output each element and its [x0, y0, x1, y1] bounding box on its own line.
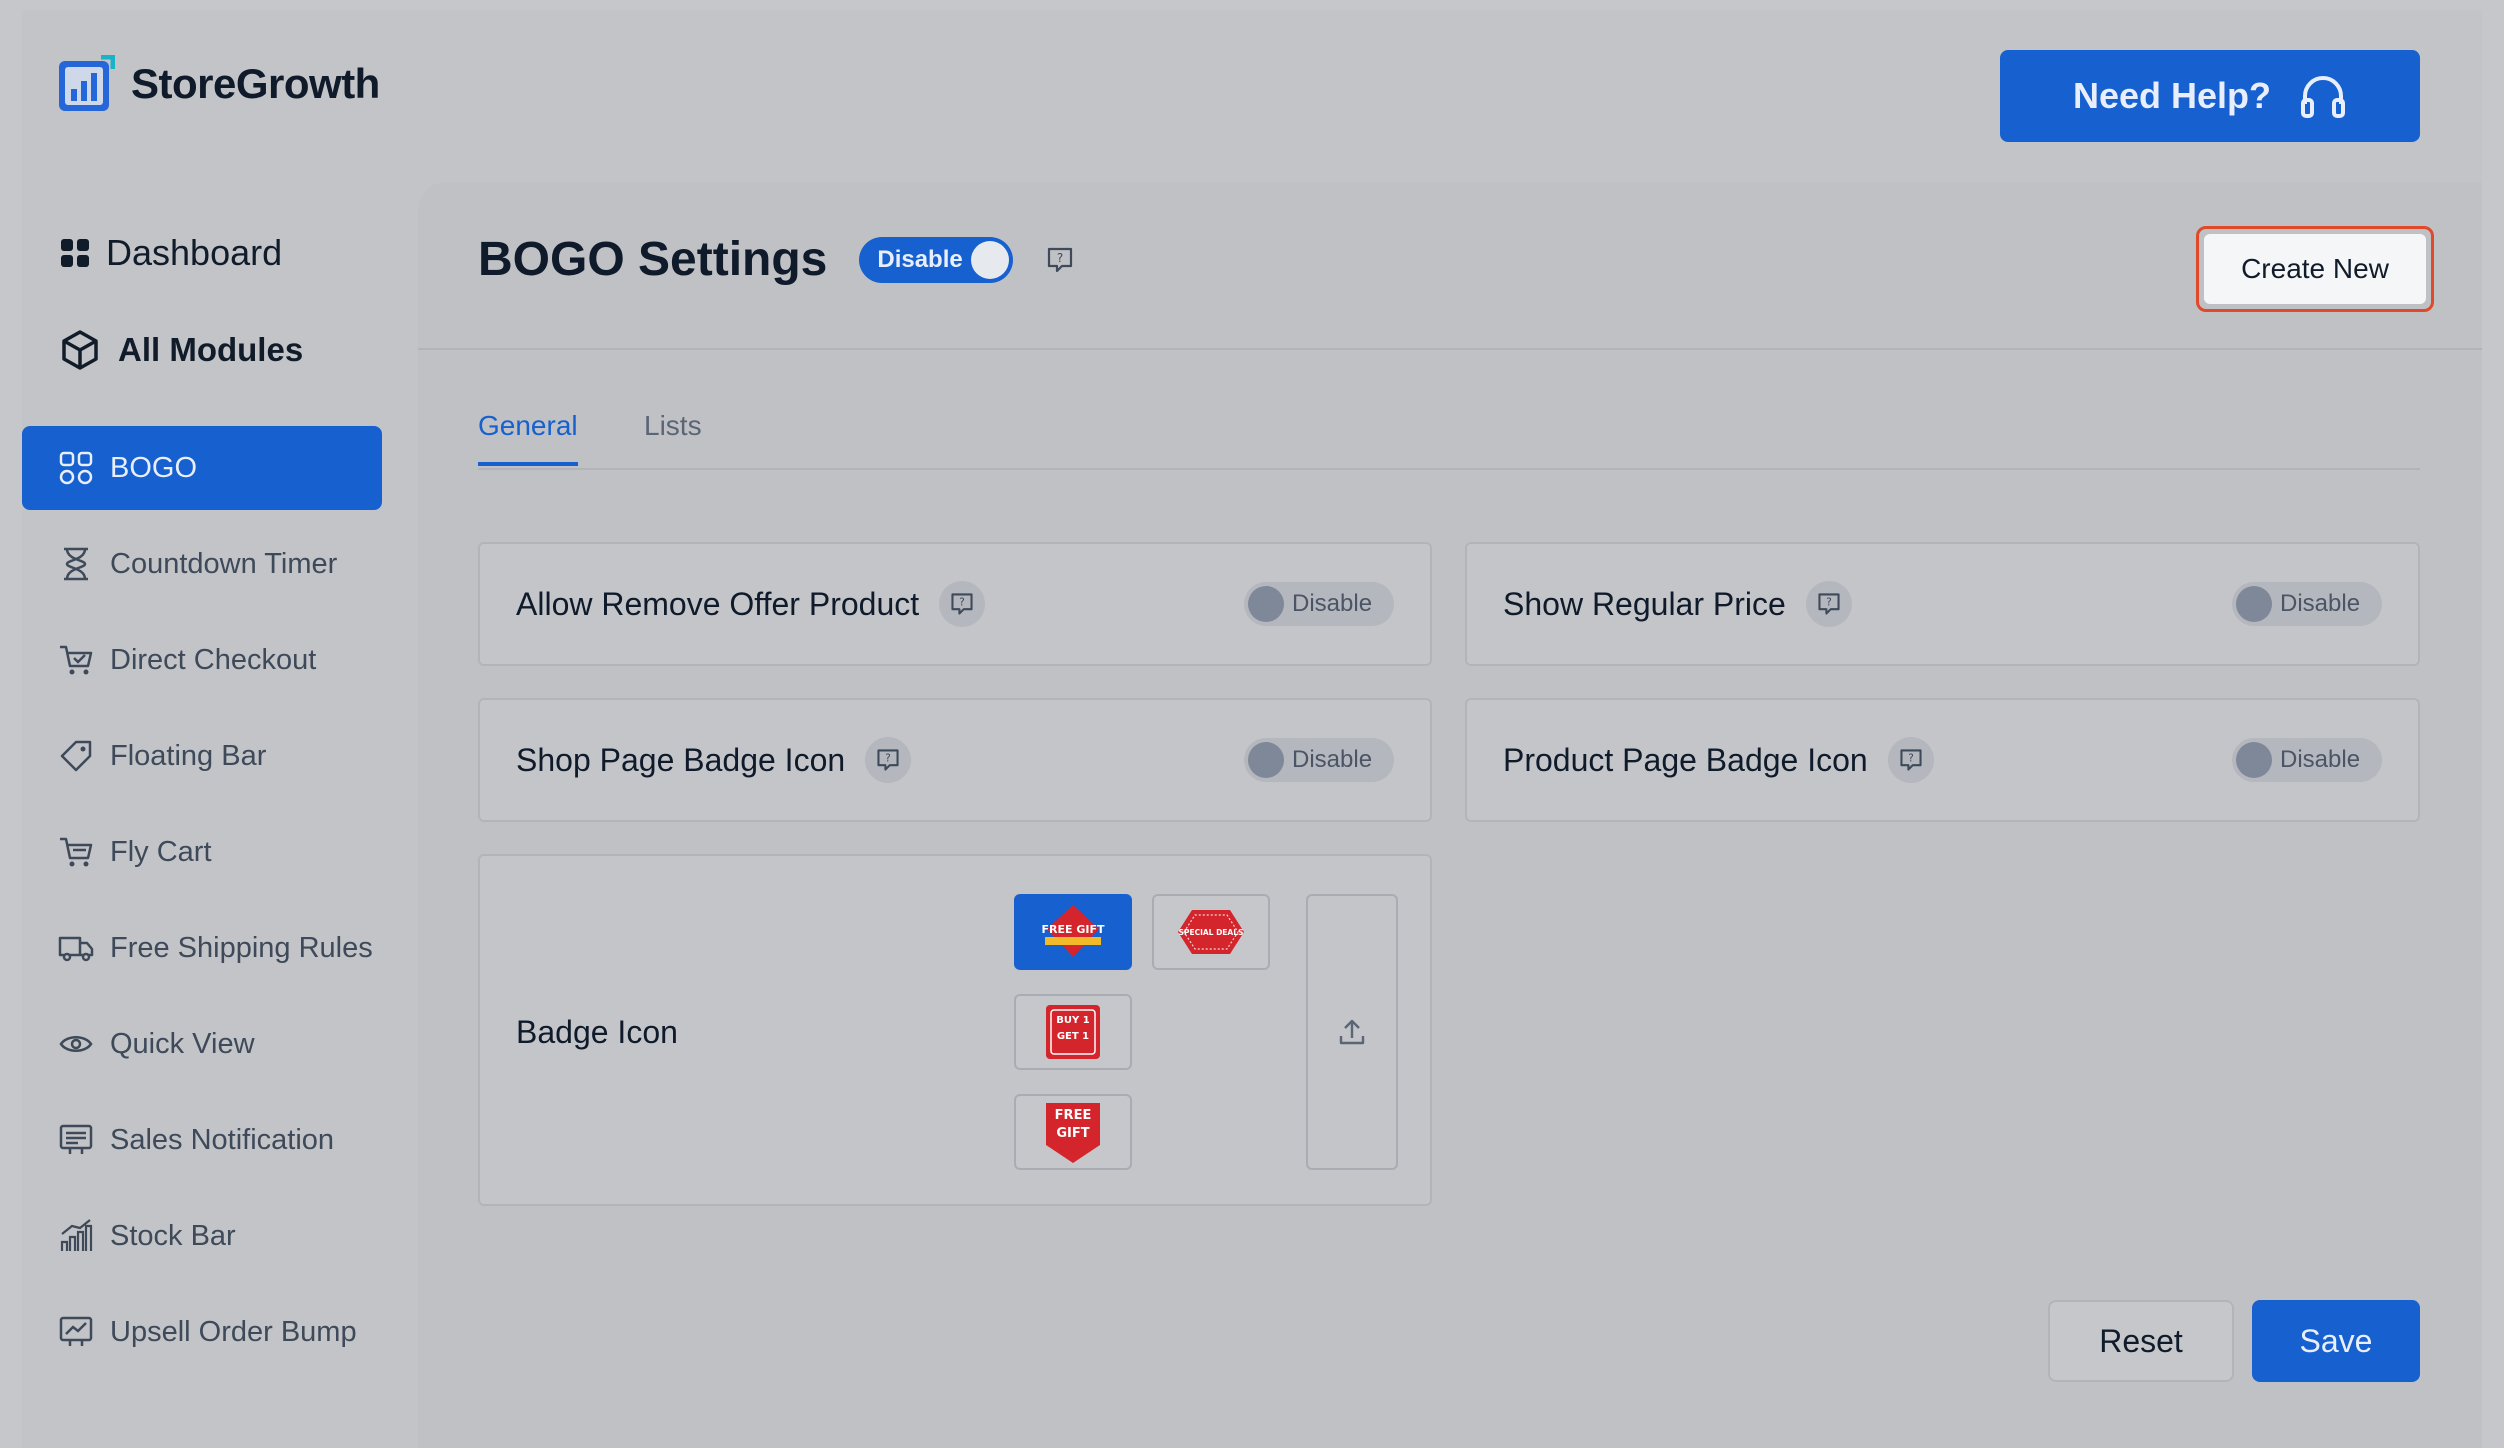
notification-icon	[59, 1124, 93, 1154]
show-regular-price-toggle[interactable]: Disable	[2232, 582, 2382, 626]
bogo-icon	[59, 451, 93, 485]
setting-allow-remove-offer-product: Allow Remove Offer Product ? Disable	[478, 542, 1432, 666]
cart-icon	[60, 837, 93, 867]
svg-text:?: ?	[1908, 753, 1914, 765]
dashboard-label: Dashboard	[106, 232, 283, 273]
sidebar-item-label: Upsell Order Bump	[110, 1315, 357, 1348]
help-icon[interactable]: ?	[865, 737, 912, 783]
toggle-knob	[971, 240, 1010, 279]
tab-lists[interactable]: Lists	[644, 410, 702, 462]
free-gift-badge-icon: FREE GIFT	[1042, 905, 1105, 957]
badge-option-free-gift[interactable]: FREE GIFT	[1014, 894, 1132, 970]
help-icon[interactable]: ?	[1887, 737, 1934, 783]
headset-icon	[2301, 76, 2346, 118]
sidebar-item-label: BOGO	[110, 451, 198, 484]
help-icon[interactable]: ?	[1045, 245, 1075, 275]
hourglass-icon	[64, 547, 88, 581]
cart-check-icon	[60, 645, 93, 675]
save-button[interactable]: Save	[2252, 1300, 2420, 1382]
badge-option-buy-1-get-1[interactable]: BUY 1 GET 1	[1014, 994, 1132, 1070]
sidebar-item-dashboard[interactable]: Dashboard	[60, 232, 282, 274]
setting-shop-page-badge-icon: Shop Page Badge Icon ? Disable	[478, 698, 1432, 822]
toggle-knob	[1248, 742, 1284, 778]
svg-text:?: ?	[959, 597, 965, 609]
toggle-label: Disable	[2280, 590, 2361, 617]
toggle-knob	[2236, 742, 2272, 778]
reset-button[interactable]: Reset	[2048, 1300, 2234, 1382]
need-help-label: Need Help?	[2072, 75, 2272, 116]
badge-icon-label: Badge Icon	[516, 1014, 678, 1050]
sidebar-item-label: Quick View	[110, 1027, 255, 1060]
page-header: BOGO Settings Disable ?	[478, 232, 1075, 287]
sidebar-item-all-modules[interactable]: All Modules	[58, 328, 303, 372]
page-title: BOGO Settings	[478, 233, 828, 286]
sidebar-item-direct-checkout[interactable]: Direct Checkout	[22, 618, 382, 702]
shop-page-badge-toggle[interactable]: Disable	[1244, 738, 1394, 782]
product-page-badge-toggle[interactable]: Disable	[2232, 738, 2382, 782]
trend-chart-icon	[59, 1316, 93, 1346]
buy-one-get-one-badge-icon: BUY 1 GET 1	[1046, 1005, 1100, 1059]
badge-icon-setting: Badge Icon FREE GIFT SPECIAL DEALS BUY 1…	[478, 854, 1432, 1206]
sidebar-item-floating-bar[interactable]: Floating Bar	[22, 714, 382, 798]
badge-option-special-deals[interactable]: SPECIAL DEALS	[1152, 894, 1270, 970]
setting-product-page-badge-icon: Product Page Badge Icon ? Disable	[1465, 698, 2420, 822]
setting-label: Allow Remove Offer Product	[516, 585, 920, 622]
eye-icon	[59, 1036, 93, 1052]
create-new-button[interactable]: Create New	[2204, 234, 2426, 304]
sidebar-item-quick-view[interactable]: Quick View	[22, 1002, 382, 1086]
cube-icon	[62, 330, 98, 370]
sidebar-item-countdown-timer[interactable]: Countdown Timer	[22, 522, 382, 606]
upload-icon	[1339, 1019, 1365, 1045]
setting-label: Product Page Badge Icon	[1503, 741, 1868, 778]
sidebar-item-label: Free Shipping Rules	[110, 931, 373, 964]
sidebar-item-label: Sales Notification	[110, 1123, 335, 1156]
sidebar-item-label: Fly Cart	[110, 835, 212, 868]
toggle-label: Disable	[877, 245, 963, 273]
bar-chart-icon	[60, 1219, 93, 1251]
toggle-label: Disable	[1292, 746, 1373, 773]
svg-text:FREE GIFT: FREE GIFT	[1042, 923, 1105, 936]
sidebar-item-label: Direct Checkout	[110, 643, 317, 676]
sidebar-item-fly-cart[interactable]: Fly Cart	[22, 810, 382, 894]
toggle-knob	[1248, 586, 1284, 622]
logo[interactable]: StoreGrowth	[57, 55, 380, 113]
need-help-button[interactable]: Need Help?	[2000, 50, 2420, 142]
toggle-knob	[2236, 586, 2272, 622]
special-deals-badge-icon: SPECIAL DEALS	[1178, 910, 1244, 954]
sidebar-item-sales-notification[interactable]: Sales Notification	[22, 1098, 382, 1182]
tab-general[interactable]: General	[478, 410, 578, 466]
logo-icon	[59, 55, 115, 111]
truck-icon	[58, 936, 94, 962]
create-new-highlight: Create New	[2196, 226, 2434, 312]
sidebar-item-label: Countdown Timer	[110, 547, 338, 580]
tag-icon	[60, 740, 92, 772]
svg-text:?: ?	[1057, 251, 1063, 265]
bogo-enable-toggle[interactable]: Disable	[859, 236, 1014, 283]
tab-bar: General Lists	[478, 410, 2420, 470]
svg-text:?: ?	[1826, 597, 1832, 609]
help-icon[interactable]: ?	[1805, 581, 1852, 627]
app-name: StoreGrowth	[131, 60, 380, 107]
sidebar-item-label: Floating Bar	[110, 739, 267, 772]
toggle-label: Disable	[1292, 590, 1373, 617]
sidebar-item-upsell-order-bump[interactable]: Upsell Order Bump	[22, 1290, 382, 1374]
all-modules-label: All Modules	[118, 331, 304, 368]
svg-text:SPECIAL DEALS: SPECIAL DEALS	[1179, 928, 1244, 937]
sidebar-item-label: Stock Bar	[110, 1219, 236, 1252]
sidebar-item-stock-bar[interactable]: Stock Bar	[22, 1194, 382, 1278]
setting-show-regular-price: Show Regular Price ? Disable	[1465, 542, 2420, 666]
allow-remove-offer-toggle[interactable]: Disable	[1244, 582, 1394, 626]
badge-upload-button[interactable]	[1306, 894, 1398, 1170]
header-divider	[418, 348, 2482, 350]
free-gift-ribbon-badge-icon: FREE GIFT	[1046, 1103, 1100, 1163]
badge-option-free-gift-ribbon[interactable]: FREE GIFT	[1014, 1094, 1132, 1170]
toggle-label: Disable	[2280, 746, 2361, 773]
sidebar-item-free-shipping-rules[interactable]: Free Shipping Rules	[22, 906, 382, 990]
sidebar-item-bogo[interactable]: BOGO	[22, 426, 382, 510]
setting-label: Show Regular Price	[1503, 585, 1786, 622]
setting-label: Shop Page Badge Icon	[516, 741, 846, 778]
grid-icon	[61, 239, 89, 267]
svg-text:?: ?	[885, 753, 891, 765]
help-icon[interactable]: ?	[939, 581, 986, 627]
